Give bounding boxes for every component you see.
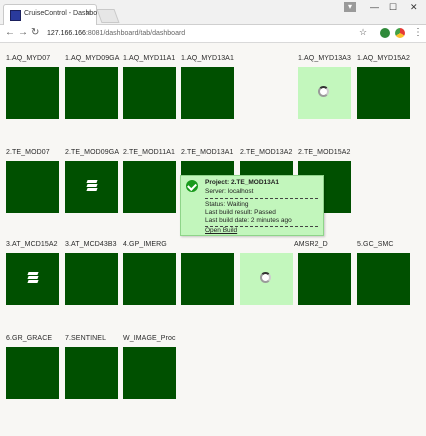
close-window-icon[interactable]: ✕	[410, 2, 418, 13]
project-status-box[interactable]	[298, 67, 351, 119]
popup-last-date: Last build date: 2 minutes ago	[205, 217, 292, 224]
project-details-popup: Project: 2.TE_MOD13A1 Server: localhost …	[180, 175, 324, 236]
maximize-icon[interactable]: ☐	[389, 2, 397, 13]
menu-icon[interactable]: ⋮	[413, 27, 423, 38]
building-spinner-icon	[260, 272, 271, 283]
build-queue-icon	[27, 272, 40, 286]
project-status-box[interactable]	[181, 253, 234, 305]
browser-tab[interactable]: CruiseControl - Dashbo ×	[3, 4, 97, 25]
project-name: 2.TE_MOD13A2	[240, 149, 293, 156]
minimize-icon[interactable]: —	[370, 2, 379, 12]
popup-project: Project: 2.TE_MOD13A1	[205, 179, 280, 186]
browser-tab-bar: CruiseControl - Dashbo × ▾ — ☐ ✕	[0, 0, 426, 25]
project-status-box[interactable]	[65, 161, 118, 213]
project-status-box[interactable]	[65, 253, 118, 305]
project-name: 6.GR_GRACE	[6, 335, 53, 342]
favicon-icon	[10, 10, 21, 21]
project-status-box[interactable]	[6, 253, 59, 305]
project-status-box[interactable]	[123, 347, 176, 399]
project-name: 2.TE_MOD07	[6, 149, 50, 156]
passed-check-icon	[186, 180, 198, 192]
close-tab-icon[interactable]: ×	[86, 8, 91, 18]
project-status-box[interactable]	[240, 253, 293, 305]
project-name: 1.AQ_MYD09GA	[65, 55, 120, 62]
project-name: 2.TE_MOD09GA	[65, 149, 120, 156]
popup-status: Status: Waiting	[205, 201, 249, 208]
open-build-link[interactable]: Open Build	[205, 227, 237, 234]
dashboard: 1.AQ_MYD07 1.AQ_MYD09GA 1.AQ_MYD11A1 1.A…	[0, 43, 426, 436]
project-name: 1.AQ_MYD11A1	[123, 55, 176, 62]
project-status-box[interactable]	[123, 161, 176, 213]
url-path: :8081/dashboard/tab/dashboard	[85, 30, 186, 37]
project-status-box[interactable]	[181, 67, 234, 119]
project-status-box[interactable]	[6, 161, 59, 213]
project-name: 1.AQ_MYD13A3	[298, 55, 351, 62]
project-name: W_IMAGE_Proc	[123, 335, 176, 342]
project-name: AMSR2_D	[294, 241, 328, 248]
project-status-box[interactable]	[123, 67, 176, 119]
project-status-box[interactable]	[65, 347, 118, 399]
project-name: 1.AQ_MYD15A2	[357, 55, 410, 62]
building-spinner-icon	[318, 86, 329, 97]
project-name: 5.GC_SMC	[357, 241, 394, 248]
project-status-box[interactable]	[6, 347, 59, 399]
profile-icon[interactable]: ▾	[344, 2, 356, 12]
project-status-box[interactable]	[123, 253, 176, 305]
new-tab-button[interactable]	[96, 9, 120, 23]
forward-icon[interactable]: →	[18, 27, 28, 38]
project-status-box[interactable]	[357, 67, 410, 119]
project-name: 7.SENTINEL	[65, 335, 107, 342]
bookmark-star-icon[interactable]: ☆	[359, 27, 367, 38]
project-name: 3.AT_MCD43B3	[65, 241, 117, 248]
popup-last-result: Last build result: Passed	[205, 209, 276, 216]
project-name: 1.AQ_MYD07	[6, 55, 51, 62]
url-host: 127.166.166	[47, 30, 86, 37]
popup-server: Server: localhost	[205, 188, 254, 195]
project-name: 1.AQ_MYD13A1	[181, 55, 234, 62]
project-status-box[interactable]	[298, 253, 351, 305]
project-name: 4.GP_IMERG	[123, 241, 167, 248]
address-bar: ← → ↻ 127.166.166:8081/dashboard/tab/das…	[0, 25, 426, 43]
project-status-box[interactable]	[65, 67, 118, 119]
project-name: 3.AT_MCD15A2	[6, 241, 58, 248]
project-name: 2.TE_MOD15A2	[298, 149, 351, 156]
project-name: 2.TE_MOD11A1	[123, 149, 176, 156]
project-status-box[interactable]	[357, 253, 410, 305]
project-name: 2.TE_MOD13A1	[181, 149, 234, 156]
divider	[205, 198, 318, 199]
project-status-box[interactable]	[6, 67, 59, 119]
extension-shield-icon[interactable]	[380, 28, 390, 38]
back-icon[interactable]: ←	[5, 27, 15, 38]
reload-icon[interactable]: ↻	[31, 27, 39, 38]
build-queue-icon	[86, 180, 99, 194]
url-field[interactable]: 127.166.166:8081/dashboard/tab/dashboard	[47, 28, 372, 39]
chrome-icon[interactable]	[395, 28, 405, 38]
